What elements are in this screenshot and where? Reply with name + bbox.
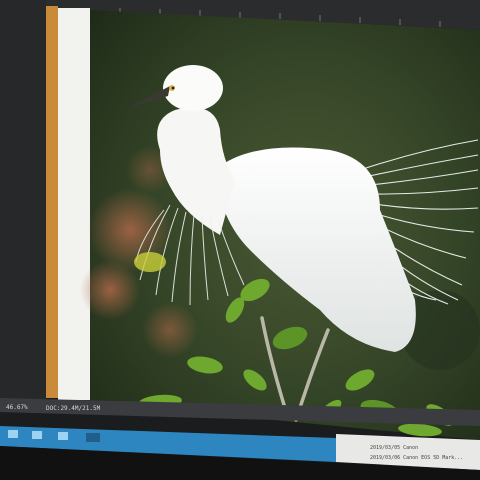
left-panel	[0, 0, 46, 400]
canvas-border	[46, 6, 58, 398]
taskbar-app-icon[interactable]	[86, 433, 100, 442]
monitor-screen: 46.67% DOC:29.4M/21.5M 2019/03/05 Canon …	[0, 0, 480, 480]
egret-photo	[80, 10, 480, 440]
taskbar-app-icon[interactable]	[8, 430, 18, 438]
photo-meta-line1: 2019/03/05 Canon	[370, 445, 418, 451]
taskbar-app-icon[interactable]	[32, 431, 42, 439]
monitor-photo: 46.67% DOC:29.4M/21.5M 2019/03/05 Canon …	[0, 0, 480, 480]
canvas-paper	[58, 8, 90, 400]
doc-info: DOC:29.4M/21.5M	[46, 405, 101, 412]
zoom-level: 46.67%	[6, 404, 28, 411]
photo-meta-line2: 2019/03/06 Canon EOS 5D Mark...	[370, 455, 463, 461]
taskbar-app-icon[interactable]	[58, 432, 68, 440]
